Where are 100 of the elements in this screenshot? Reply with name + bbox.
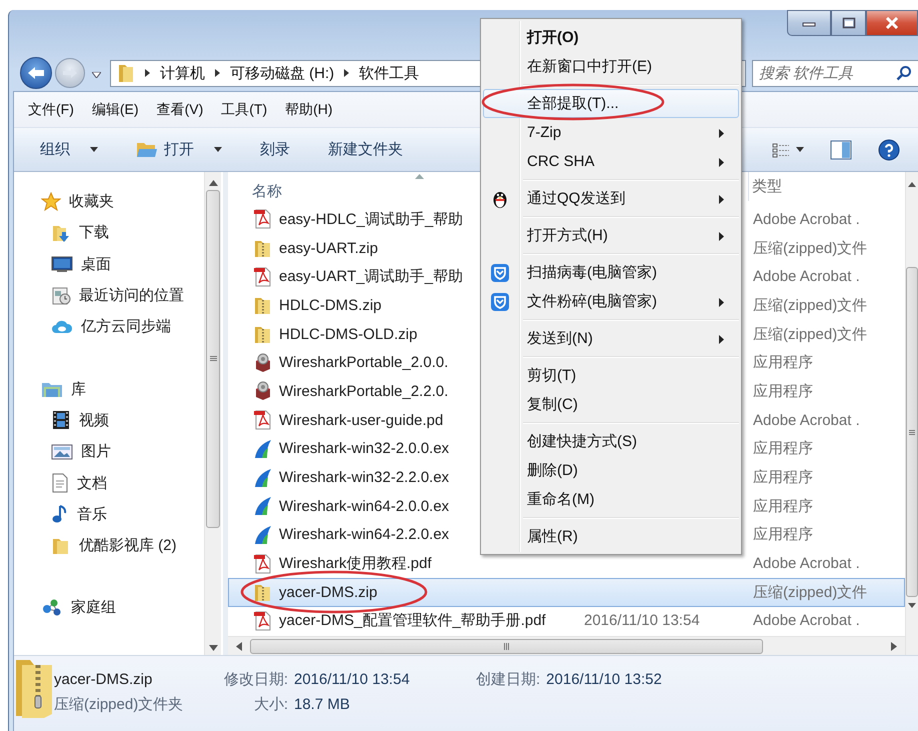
file-type: Adobe Acrobat .: [753, 555, 860, 572]
file-type: Adobe Acrobat .: [753, 612, 860, 630]
submenu-arrow-icon: [719, 158, 724, 167]
menu-item[interactable]: 工具(T): [215, 98, 274, 122]
grip-icon: [504, 642, 510, 650]
vertical-scrollbar[interactable]: [905, 172, 918, 655]
file-date: 2016/11/10 13:54: [584, 612, 700, 630]
scroll-left-arrow-icon: [236, 642, 242, 650]
menu-item[interactable]: 发送到(N): [483, 324, 739, 353]
breadcrumb[interactable]: 可移动磁盘 (H:): [230, 64, 334, 83]
menu-item[interactable]: 重命名(M): [483, 485, 739, 514]
back-button[interactable]: [20, 57, 52, 90]
nav-item[interactable]: 最近访问的位置: [79, 286, 184, 306]
nav-item[interactable]: 下载: [79, 223, 109, 242]
menu-item[interactable]: 剪切(T): [483, 361, 739, 390]
scrollbar-thumb[interactable]: [206, 190, 220, 528]
column-header[interactable]: 名称: [252, 182, 282, 201]
menu-item[interactable]: 打开方式(H): [483, 221, 739, 250]
menu-item[interactable]: 7-Zip: [483, 118, 739, 147]
nav-item[interactable]: 家庭组: [71, 598, 116, 618]
fin-icon: [253, 524, 273, 545]
field-label: 修改日期:: [222, 670, 288, 690]
submenu-arrow-icon: [719, 335, 724, 344]
file-type: 压缩(zipped)文件: [753, 582, 868, 602]
close-button[interactable]: [866, 10, 918, 36]
minimize-button[interactable]: [787, 10, 831, 36]
file-name: HDLC-DMS-OLD.zip: [279, 326, 418, 343]
menu-item[interactable]: CRC SHA: [483, 147, 739, 176]
file-name: Wireshark-win32-2.0.0.ex: [279, 440, 450, 458]
vertical-scrollbar[interactable]: [204, 172, 221, 655]
submenu-arrow-icon: [719, 232, 724, 241]
file-name: easy-UART_调试助手_帮助: [279, 267, 463, 286]
pdf-file-icon: [253, 554, 273, 574]
field-value: 2016/11/10 13:52: [546, 670, 662, 690]
nav-item[interactable]: 库: [71, 380, 86, 399]
toolbar-button[interactable]: 新建文件夹: [320, 136, 411, 163]
scrollbar-thumb[interactable]: [250, 638, 763, 654]
nav-item[interactable]: 图片: [81, 442, 111, 462]
file-type: 应用程序: [753, 353, 813, 372]
menu-item[interactable]: 创建快捷方式(S): [483, 427, 739, 456]
file-name: WiresharkPortable_2.2.0.: [279, 382, 448, 400]
menu-item[interactable]: 查看(V): [150, 98, 210, 122]
search-icon: [896, 64, 912, 81]
horizontal-scrollbar[interactable]: [228, 636, 905, 655]
caret-icon: [145, 69, 150, 78]
search-field[interactable]: 搜索 软件工具: [752, 60, 918, 87]
column-header[interactable]: 类型: [752, 177, 782, 196]
menu-item[interactable]: 文件粉碎(电脑管家): [483, 287, 739, 316]
scroll-right-arrow-icon: [891, 642, 897, 650]
menu-item[interactable]: 打开(O): [483, 23, 739, 52]
sort-arrow-icon: [415, 174, 424, 179]
file-name: easy-HDLC_调试助手_帮助: [279, 210, 464, 229]
maximize-button[interactable]: [831, 10, 866, 36]
menu-item[interactable]: 全部提取(T)...: [483, 89, 739, 118]
menu-item[interactable]: 扫描病毒(电脑管家): [483, 258, 739, 287]
file-type: 应用程序: [753, 439, 813, 458]
file-name: yacer-DMS.zip: [54, 670, 154, 690]
menu-item[interactable]: 删除(D): [483, 456, 739, 485]
menu-item[interactable]: 文件(F): [22, 98, 80, 122]
document-icon: [51, 473, 69, 494]
file-name: Wireshark使用教程.pdf: [279, 554, 432, 574]
toolbar-button[interactable]: 组织: [32, 136, 106, 163]
toolbar-button[interactable]: 打开: [128, 136, 230, 163]
menu-item[interactable]: 编辑(E): [86, 98, 145, 122]
menu-item[interactable]: 帮助(H): [279, 98, 339, 122]
selected-file-row[interactable]: yacer-DMS.zip 压缩(zipped)文件: [228, 578, 905, 607]
menu-item[interactable]: 复制(C): [483, 390, 739, 419]
nav-item[interactable]: 亿方云同步端: [81, 317, 171, 336]
field-label: 大小:: [252, 695, 288, 715]
breadcrumb[interactable]: 软件工具: [359, 64, 420, 83]
nav-item[interactable]: 视频: [79, 410, 109, 430]
gear-box-icon: [253, 352, 273, 373]
scrollbar-thumb[interactable]: [906, 267, 918, 597]
menu-item[interactable]: 通过QQ发送到: [483, 184, 739, 213]
submenu-arrow-icon: [719, 129, 724, 138]
open-folder-icon: [136, 140, 158, 158]
nav-item[interactable]: 文档: [77, 474, 107, 493]
file-type: 压缩(zipped)文件: [753, 238, 868, 258]
file-name: easy-UART.zip: [279, 240, 378, 257]
nav-item[interactable]: 优酷影视库 (2): [79, 536, 176, 556]
pdf-file-icon: [253, 209, 273, 230]
cloud-icon: [51, 318, 73, 335]
nav-item[interactable]: 收藏夹: [69, 192, 114, 212]
file-type: 压缩(zipped)文件夹: [54, 695, 184, 715]
nav-item[interactable]: 桌面: [81, 254, 111, 274]
fin-icon: [253, 438, 273, 459]
menu-item[interactable]: 属性(R): [483, 522, 739, 551]
film-icon: [51, 410, 71, 430]
breadcrumb[interactable]: 计算机: [160, 64, 205, 83]
field-label: 创建日期:: [476, 670, 540, 690]
toolbar-button[interactable]: 刻录: [252, 136, 298, 163]
caret-icon: [215, 69, 220, 78]
file-name: Wireshark-win64-2.0.0.ex: [279, 498, 450, 515]
file-name: WiresharkPortable_2.0.0.: [279, 354, 448, 372]
star-icon: [41, 192, 61, 212]
scroll-up-arrow-icon: [208, 180, 218, 186]
folder-icon: [117, 63, 135, 84]
file-type: Adobe Acrobat .: [753, 268, 860, 286]
scroll-down-arrow-icon: [208, 645, 218, 651]
nav-item[interactable]: 音乐: [77, 504, 107, 524]
